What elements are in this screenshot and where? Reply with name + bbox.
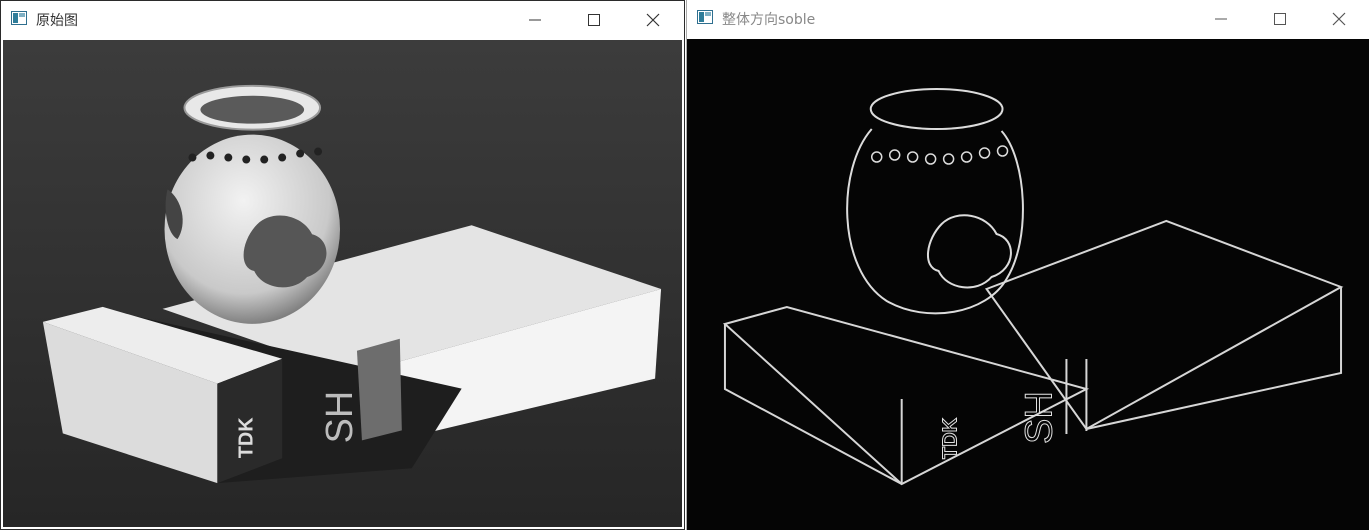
title-bar[interactable]: 原始图 [1,1,684,39]
minimize-icon [1215,18,1227,20]
brand-text: TDK [235,417,257,459]
original-image: TDK SH [3,40,682,527]
close-button[interactable] [630,1,676,39]
maximize-button[interactable] [571,1,617,39]
window-title: 原始图 [36,13,78,29]
original-image-window: 原始图 TDK SH [0,0,685,530]
close-icon [646,13,660,27]
sobel-image: TDK SH [687,39,1369,530]
minimize-button[interactable] [1198,0,1244,38]
maximize-icon [588,14,600,26]
app-window-icon [11,11,27,25]
minimize-icon [529,19,541,21]
close-icon [1332,12,1346,26]
window-title: 整体方向soble [722,12,816,28]
background [687,39,1369,530]
sobel-image-window: 整体方向soble TDK SH [686,0,1369,530]
maximize-button[interactable] [1257,0,1303,38]
brand-text: TDK [940,417,962,459]
app-window-icon [697,10,713,24]
label-text: SH [319,391,361,444]
minimize-button[interactable] [512,1,558,39]
title-bar[interactable]: 整体方向soble [687,0,1369,38]
label-text: SH [1018,391,1060,444]
maximize-icon [1274,13,1286,25]
close-button[interactable] [1316,0,1362,38]
